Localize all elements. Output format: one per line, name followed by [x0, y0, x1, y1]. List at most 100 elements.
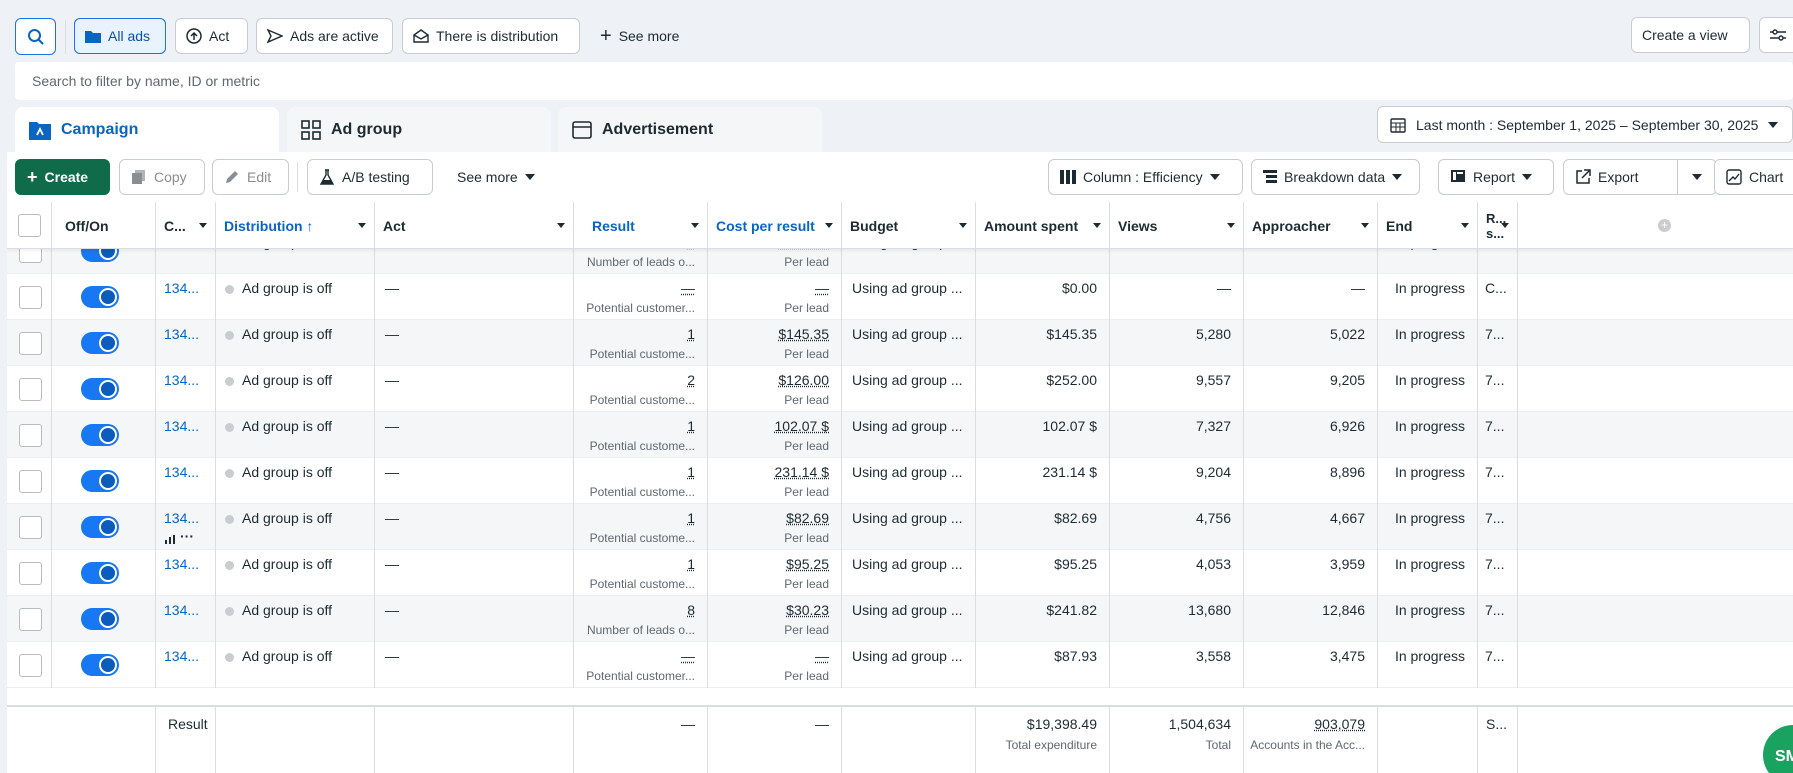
row-checkbox[interactable]	[19, 424, 42, 447]
row-checkbox[interactable]	[19, 332, 42, 355]
header-campaign[interactable]: C...	[156, 202, 216, 249]
views-cell: 5,280	[1110, 320, 1244, 366]
row-checkbox[interactable]	[19, 562, 42, 585]
table-row[interactable]: 134... Ad group is off — 1 Number of leads o…	[7, 249, 1793, 274]
campaign-name-link[interactable]: 134...	[164, 418, 199, 434]
header-select-all[interactable]	[7, 202, 52, 249]
budget-value: Using ad group ...	[852, 556, 963, 572]
on-off-toggle[interactable]	[81, 424, 119, 446]
budget-value: Using ad group ...	[852, 602, 963, 618]
header-result[interactable]: Result	[574, 202, 708, 249]
row-checkbox[interactable]	[19, 286, 42, 309]
header-views[interactable]: Views	[1110, 202, 1244, 249]
ab-testing-button[interactable]: A/B testing	[307, 159, 433, 195]
row-checkbox[interactable]	[19, 470, 42, 493]
chart-button[interactable]: Chart	[1714, 159, 1793, 195]
create-button[interactable]: + Create	[15, 159, 110, 195]
campaign-name-link[interactable]: 134...	[164, 510, 199, 526]
footer-cell	[7, 707, 156, 773]
campaign-name-link[interactable]: 134...	[164, 648, 199, 664]
tab-advertisement[interactable]: Advertisement	[558, 107, 822, 152]
campaign-name-link[interactable]: 134...	[164, 464, 199, 480]
header-budget[interactable]: Budget	[842, 202, 976, 249]
row-checkbox[interactable]	[19, 378, 42, 401]
more-options-icon[interactable]: ···	[180, 528, 194, 544]
header-r[interactable]: R... s...	[1478, 202, 1518, 249]
columns-button[interactable]: Column : Efficiency	[1048, 159, 1243, 195]
on-off-toggle[interactable]	[81, 608, 119, 630]
add-column-icon[interactable]: +	[1658, 219, 1671, 232]
toggle-cell	[52, 504, 156, 550]
on-off-toggle[interactable]	[81, 516, 119, 538]
end-value: In progress	[1395, 556, 1465, 572]
see-more-button[interactable]: See more	[446, 159, 546, 195]
table-row[interactable]: 134... Ad group is off — 1 Potential custome…	[7, 412, 1793, 458]
header-end[interactable]: End	[1378, 202, 1478, 249]
campaign-name-link[interactable]: 134...	[164, 556, 199, 572]
tab-ad-group[interactable]: Ad group	[287, 107, 551, 152]
on-off-toggle[interactable]	[81, 286, 119, 308]
table-row[interactable]: 134... ··· Ad group is off — 1 Potential cust…	[7, 504, 1793, 550]
filter-see-more[interactable]: + See more	[590, 18, 689, 54]
table-row[interactable]: 134... Ad group is off — — Potential custome…	[7, 274, 1793, 320]
on-off-toggle[interactable]	[81, 249, 119, 262]
create-view-button[interactable]: Create a view	[1631, 17, 1750, 53]
end-value: In progress	[1395, 648, 1465, 664]
table-row[interactable]: 134... Ad group is off — 2 Potential custome…	[7, 366, 1793, 412]
row-checkbox[interactable]	[19, 654, 42, 677]
export-button[interactable]: Export	[1563, 159, 1678, 195]
on-off-toggle[interactable]	[81, 378, 119, 400]
header-approacher[interactable]: Approacher	[1244, 202, 1378, 249]
spent-cell: 231.14 $	[976, 458, 1110, 504]
distribution-cell: Ad group is off	[216, 412, 375, 458]
on-off-toggle[interactable]	[81, 562, 119, 584]
on-off-toggle[interactable]	[81, 470, 119, 492]
table-row[interactable]: 134... Ad group is off — 8 Number of leads o…	[7, 596, 1793, 642]
campaign-name-link[interactable]: 134...	[164, 326, 199, 342]
search-input[interactable]: Search to filter by name, ID or metric	[15, 62, 1793, 100]
cost-per-result-value: $82.69	[786, 510, 829, 526]
spent-cell: $95.25	[976, 550, 1110, 596]
on-off-toggle[interactable]	[81, 332, 119, 354]
cpr-cell: $82.69 Per lead	[708, 504, 842, 550]
header-off-on[interactable]: Off/On	[52, 202, 156, 249]
footer-label: Result	[168, 716, 208, 732]
row-checkbox[interactable]	[19, 608, 42, 631]
filter-act[interactable]: Act	[175, 18, 248, 54]
header-distribution[interactable]: Distribution ↑	[216, 202, 375, 249]
copy-button[interactable]: Copy	[119, 159, 205, 195]
search-button[interactable]	[15, 18, 56, 55]
plus-icon: +	[27, 168, 38, 186]
select-all-checkbox[interactable]	[18, 214, 41, 237]
on-off-toggle[interactable]	[81, 654, 119, 676]
table-row[interactable]: 134... Ad group is off — — Potential custome…	[7, 642, 1793, 688]
row-checkbox[interactable]	[19, 249, 42, 263]
header-cost-per-result[interactable]: Cost per result	[708, 202, 842, 249]
table-row[interactable]: 134... Ad group is off — 1 Potential custome…	[7, 458, 1793, 504]
settings-button[interactable]	[1759, 17, 1793, 53]
tab-label: Ad group	[331, 121, 402, 139]
date-range-picker[interactable]: Last month : September 1, 2025 – Septemb…	[1377, 106, 1793, 143]
campaign-name-link[interactable]: 134...	[164, 372, 199, 388]
breakdown-button[interactable]: Breakdown data	[1251, 159, 1420, 195]
filter-ads-active[interactable]: Ads are active	[256, 18, 393, 54]
report-button[interactable]: Report	[1438, 159, 1554, 195]
select-cell	[7, 249, 52, 274]
edit-button[interactable]: Edit	[212, 159, 289, 195]
tab-campaign[interactable]: Campaign	[15, 107, 279, 152]
reach-cell: 8,896	[1244, 458, 1378, 504]
campaign-name-link[interactable]: 134...	[164, 602, 199, 618]
header-amount-spent[interactable]: Amount spent	[976, 202, 1110, 249]
table-row[interactable]: 134... Ad group is off — 1 Potential custome…	[7, 550, 1793, 596]
campaign-name-link[interactable]: 134...	[164, 249, 199, 250]
filter-distribution[interactable]: There is distribution	[402, 18, 580, 54]
filter-label: Ads are active	[290, 28, 379, 44]
campaign-name-link[interactable]: 134...	[164, 280, 199, 296]
header-act[interactable]: Act	[375, 202, 574, 249]
status-dot	[225, 331, 234, 340]
table-row[interactable]: 134... Ad group is off — 1 Potential custome…	[7, 320, 1793, 366]
bar-chart-icon[interactable]	[165, 535, 175, 544]
row-checkbox[interactable]	[19, 516, 42, 539]
filter-all-ads[interactable]: All ads	[74, 18, 166, 54]
export-dropdown-button[interactable]	[1677, 159, 1717, 195]
